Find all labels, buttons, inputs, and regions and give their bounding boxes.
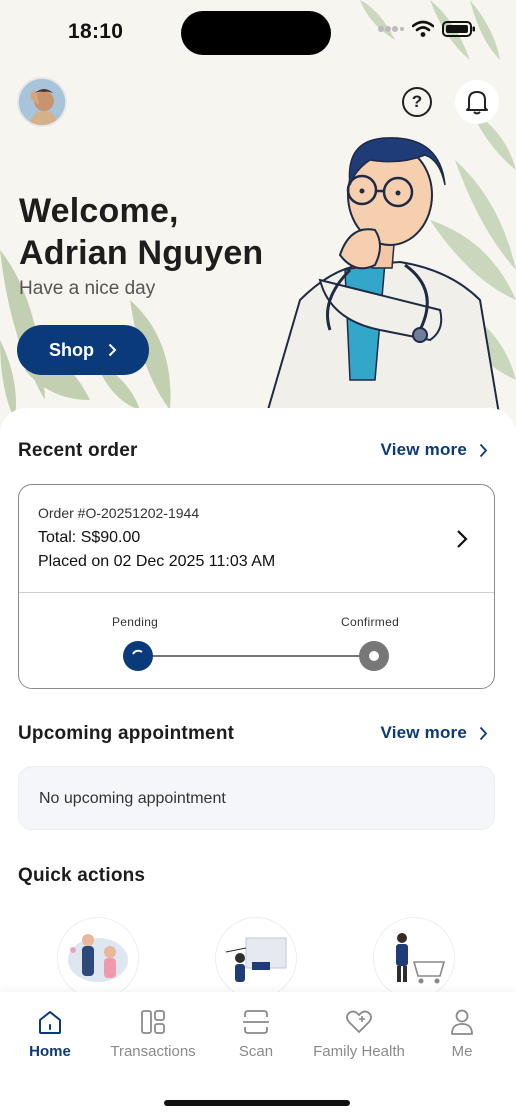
order-date: Placed on 02 Dec 2025 11:03 AM (38, 553, 276, 570)
battery-icon (442, 21, 475, 37)
step-confirmed-inner (369, 651, 379, 661)
consult-illustration (68, 934, 128, 982)
tab-family-health[interactable]: Family Health (304, 1008, 414, 1060)
user-name: Adrian Nguyen (19, 234, 264, 272)
scan-icon (243, 1010, 269, 1034)
chevron-right-icon (108, 343, 117, 357)
wifi-icon (412, 20, 434, 37)
quick-action-telehealth[interactable] (216, 918, 296, 998)
help-button[interactable]: ? (402, 87, 432, 117)
heart-plus-icon (346, 1010, 372, 1033)
dynamic-island (181, 11, 331, 55)
quick-actions-title: Quick actions (18, 865, 146, 886)
transactions-icon (141, 1010, 165, 1034)
notification-button[interactable] (455, 80, 499, 124)
step-label-pending: Pending (112, 615, 159, 629)
order-progress-track (139, 655, 375, 657)
tab-label: Transactions (110, 1043, 196, 1060)
signal-dots-icon (378, 26, 404, 32)
view-more-label: View more (380, 723, 467, 742)
chevron-right-icon (479, 726, 488, 740)
tab-scan[interactable]: Scan (201, 1008, 311, 1060)
quick-action-shop[interactable] (374, 918, 454, 998)
tab-home[interactable]: Home (0, 1008, 105, 1060)
loading-spinner-icon (132, 649, 143, 655)
welcome-heading: Welcome, Adrian Nguyen (19, 190, 263, 274)
tab-label: Home (29, 1043, 71, 1060)
app-screen: 18:10 ? Welcome, Adrian Nguyen Have a ni… (0, 0, 516, 1116)
order-total: Total: S$90.00 (38, 529, 141, 546)
bottom-tab-bar: Home Transactions Scan Family Health Me (0, 992, 516, 1116)
tab-me[interactable]: Me (407, 1008, 516, 1060)
shop-button-label: Shop (49, 339, 94, 360)
step-confirmed-dot (359, 641, 389, 671)
order-summary: Order #O-20251202-1944 Total: S$90.00 Pl… (19, 485, 494, 593)
shop-button[interactable]: Shop (17, 325, 149, 375)
greeting-subtitle: Have a nice day (19, 278, 156, 299)
recent-order-view-more[interactable]: View more (380, 440, 488, 460)
view-more-label: View more (380, 440, 467, 459)
home-indicator[interactable] (164, 1100, 350, 1106)
step-pending-dot (123, 641, 153, 671)
quick-action-consult[interactable] (58, 918, 138, 998)
empty-appointment-text: No upcoming appointment (39, 790, 226, 807)
shopping-cart-illustration (396, 933, 446, 984)
welcome-line: Welcome, (19, 192, 179, 230)
telehealth-illustration (225, 937, 287, 982)
tab-label: Scan (238, 1043, 274, 1060)
appointment-view-more[interactable]: View more (380, 723, 488, 743)
status-bar: 18:10 (0, 0, 516, 66)
bell-icon (466, 91, 488, 115)
avatar[interactable] (17, 77, 67, 127)
step-label-confirmed: Confirmed (341, 615, 400, 629)
order-card[interactable]: Order #O-20251202-1944 Total: S$90.00 Pl… (18, 484, 495, 689)
chevron-right-icon (479, 443, 488, 457)
hero-banner: 18:10 ? Welcome, Adrian Nguyen Have a ni… (0, 0, 516, 440)
home-icon (39, 1011, 61, 1034)
chevron-right-icon[interactable] (456, 529, 468, 549)
person-icon (451, 1009, 473, 1035)
recent-order-title: Recent order (18, 440, 138, 461)
status-time: 18:10 (68, 20, 124, 43)
tab-label: Me (451, 1043, 473, 1060)
status-icons (378, 20, 476, 38)
order-number: Order #O-20251202-1944 (38, 505, 200, 521)
appointment-title: Upcoming appointment (18, 723, 235, 744)
tab-label: Family Health (313, 1043, 405, 1060)
tab-transactions[interactable]: Transactions (98, 1008, 208, 1060)
main-content: Recent order View more Order #O-20251202… (0, 408, 516, 1008)
empty-appointment-card: No upcoming appointment (18, 766, 495, 830)
